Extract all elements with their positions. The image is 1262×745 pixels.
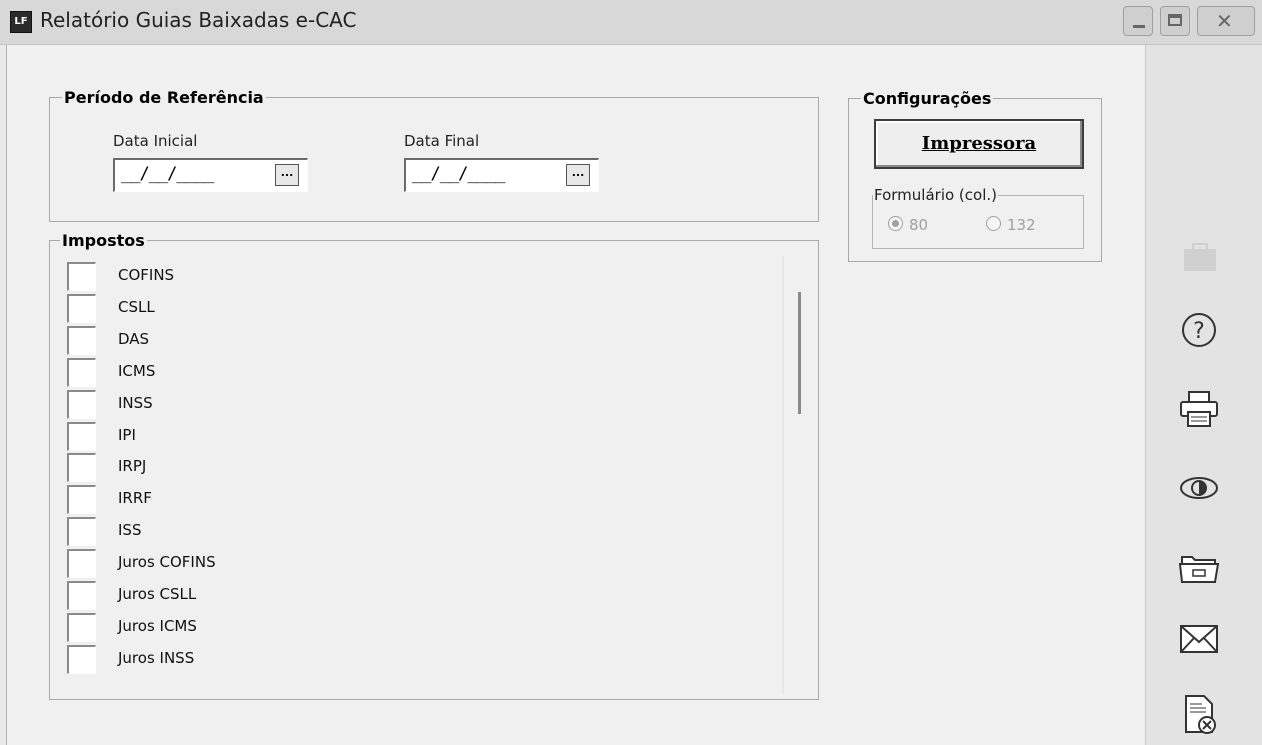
imposto-label: Juros INSS <box>118 648 195 667</box>
periodo-legend: Período de Referência <box>64 88 264 107</box>
radio-132[interactable]: 132 <box>986 216 1036 234</box>
radio-80[interactable]: 80 <box>888 216 928 234</box>
impressora-button-label: Impressora <box>921 133 1037 154</box>
preview-eye-icon[interactable] <box>1174 469 1224 509</box>
imposto-checkbox[interactable] <box>67 421 96 451</box>
data-inicial-input[interactable]: __/__/____ ... <box>113 158 308 192</box>
imposto-label: INSS <box>118 393 153 412</box>
impostos-legend: Impostos <box>62 231 145 250</box>
data-inicial-calendar-button[interactable]: ... <box>275 164 299 186</box>
imposto-row[interactable]: ISS <box>67 513 767 547</box>
minimize-icon <box>1133 25 1145 28</box>
configuracoes-legend: Configurações <box>863 89 992 108</box>
imposto-label: IRRF <box>118 489 152 508</box>
imposto-row[interactable]: Juros INSS <box>67 641 767 674</box>
briefcase-icon <box>1174 238 1224 278</box>
minimize-button[interactable] <box>1123 6 1153 36</box>
imposto-row[interactable]: INSS <box>67 386 767 419</box>
document-cancel-icon[interactable] <box>1174 694 1224 734</box>
maximize-icon <box>1168 14 1182 26</box>
radio-80-label: 80 <box>909 216 929 234</box>
imposto-checkbox[interactable] <box>67 644 96 674</box>
imposto-row[interactable]: Juros CSLL <box>67 577 767 610</box>
imposto-label: Juros ICMS <box>118 616 197 635</box>
app-icon: LF <box>10 11 32 33</box>
impostos-scrollbar[interactable] <box>784 256 814 694</box>
periodo-group: Período de Referência <box>49 88 819 222</box>
svg-text:?: ? <box>1193 319 1205 344</box>
radio-132-dot <box>986 216 1001 231</box>
imposto-checkbox[interactable] <box>67 517 96 547</box>
maximize-button[interactable] <box>1160 6 1190 36</box>
title-bar: LF Relatório Guias Baixadas e-CAC ✕ <box>0 0 1262 45</box>
imposto-label: Juros CSLL <box>118 585 197 603</box>
email-icon[interactable] <box>1174 618 1224 658</box>
imposto-label: IPI <box>118 425 136 444</box>
imposto-checkbox[interactable] <box>67 357 96 387</box>
imposto-label: DAS <box>118 329 150 348</box>
data-inicial-label: Data Inicial <box>113 132 198 150</box>
imposto-checkbox[interactable] <box>67 293 96 323</box>
impressora-button[interactable]: Impressora <box>874 119 1084 169</box>
close-icon: ✕ <box>1216 9 1233 33</box>
imposto-label: ICMS <box>118 361 156 380</box>
imposto-row[interactable]: CSLL <box>67 290 767 323</box>
imposto-label: Juros COFINS <box>118 553 216 572</box>
data-final-label: Data Final <box>404 132 480 150</box>
imposto-checkbox[interactable] <box>67 549 96 579</box>
data-final-value: __/__/____ <box>412 164 505 184</box>
imposto-checkbox[interactable] <box>67 389 96 419</box>
imposto-checkbox[interactable] <box>67 612 96 642</box>
imposto-row[interactable]: Juros ICMS <box>67 609 767 642</box>
imposto-label: CSLL <box>118 297 155 316</box>
imposto-checkbox[interactable] <box>67 325 96 355</box>
radio-80-dot <box>888 216 903 231</box>
imposto-label: COFINS <box>118 266 175 284</box>
formulario-legend: Formulário (col.) <box>874 186 997 204</box>
imposto-row[interactable]: DAS <box>67 322 767 355</box>
imposto-checkbox[interactable] <box>67 581 96 610</box>
imposto-row[interactable]: Juros COFINS <box>67 545 767 579</box>
imposto-label: ISS <box>118 521 142 540</box>
radio-132-label: 132 <box>1007 216 1036 234</box>
data-final-calendar-button[interactable]: ... <box>566 164 590 186</box>
imposto-row[interactable]: IRRF <box>67 481 767 515</box>
imposto-row[interactable]: COFINS <box>67 258 767 291</box>
printer-icon[interactable] <box>1174 388 1224 428</box>
data-inicial-value: __/__/____ <box>121 164 214 184</box>
close-button[interactable]: ✕ <box>1197 6 1255 36</box>
imposto-checkbox[interactable] <box>67 262 96 291</box>
scrollbar-thumb[interactable] <box>798 292 801 414</box>
data-final-input[interactable]: __/__/____ ... <box>404 158 599 192</box>
imposto-row[interactable]: IPI <box>67 418 767 451</box>
imposto-row[interactable]: ICMS <box>67 354 767 387</box>
imposto-checkbox[interactable] <box>67 453 96 483</box>
window-title: Relatório Guias Baixadas e-CAC <box>40 8 357 32</box>
help-icon[interactable]: ? <box>1174 310 1224 350</box>
folder-icon[interactable] <box>1174 547 1224 587</box>
report-window: LF Relatório Guias Baixadas e-CAC ✕ Perí… <box>0 0 1262 745</box>
imposto-checkbox[interactable] <box>67 485 96 515</box>
imposto-row[interactable]: IRPJ <box>67 449 767 483</box>
imposto-label: IRPJ <box>118 457 147 476</box>
